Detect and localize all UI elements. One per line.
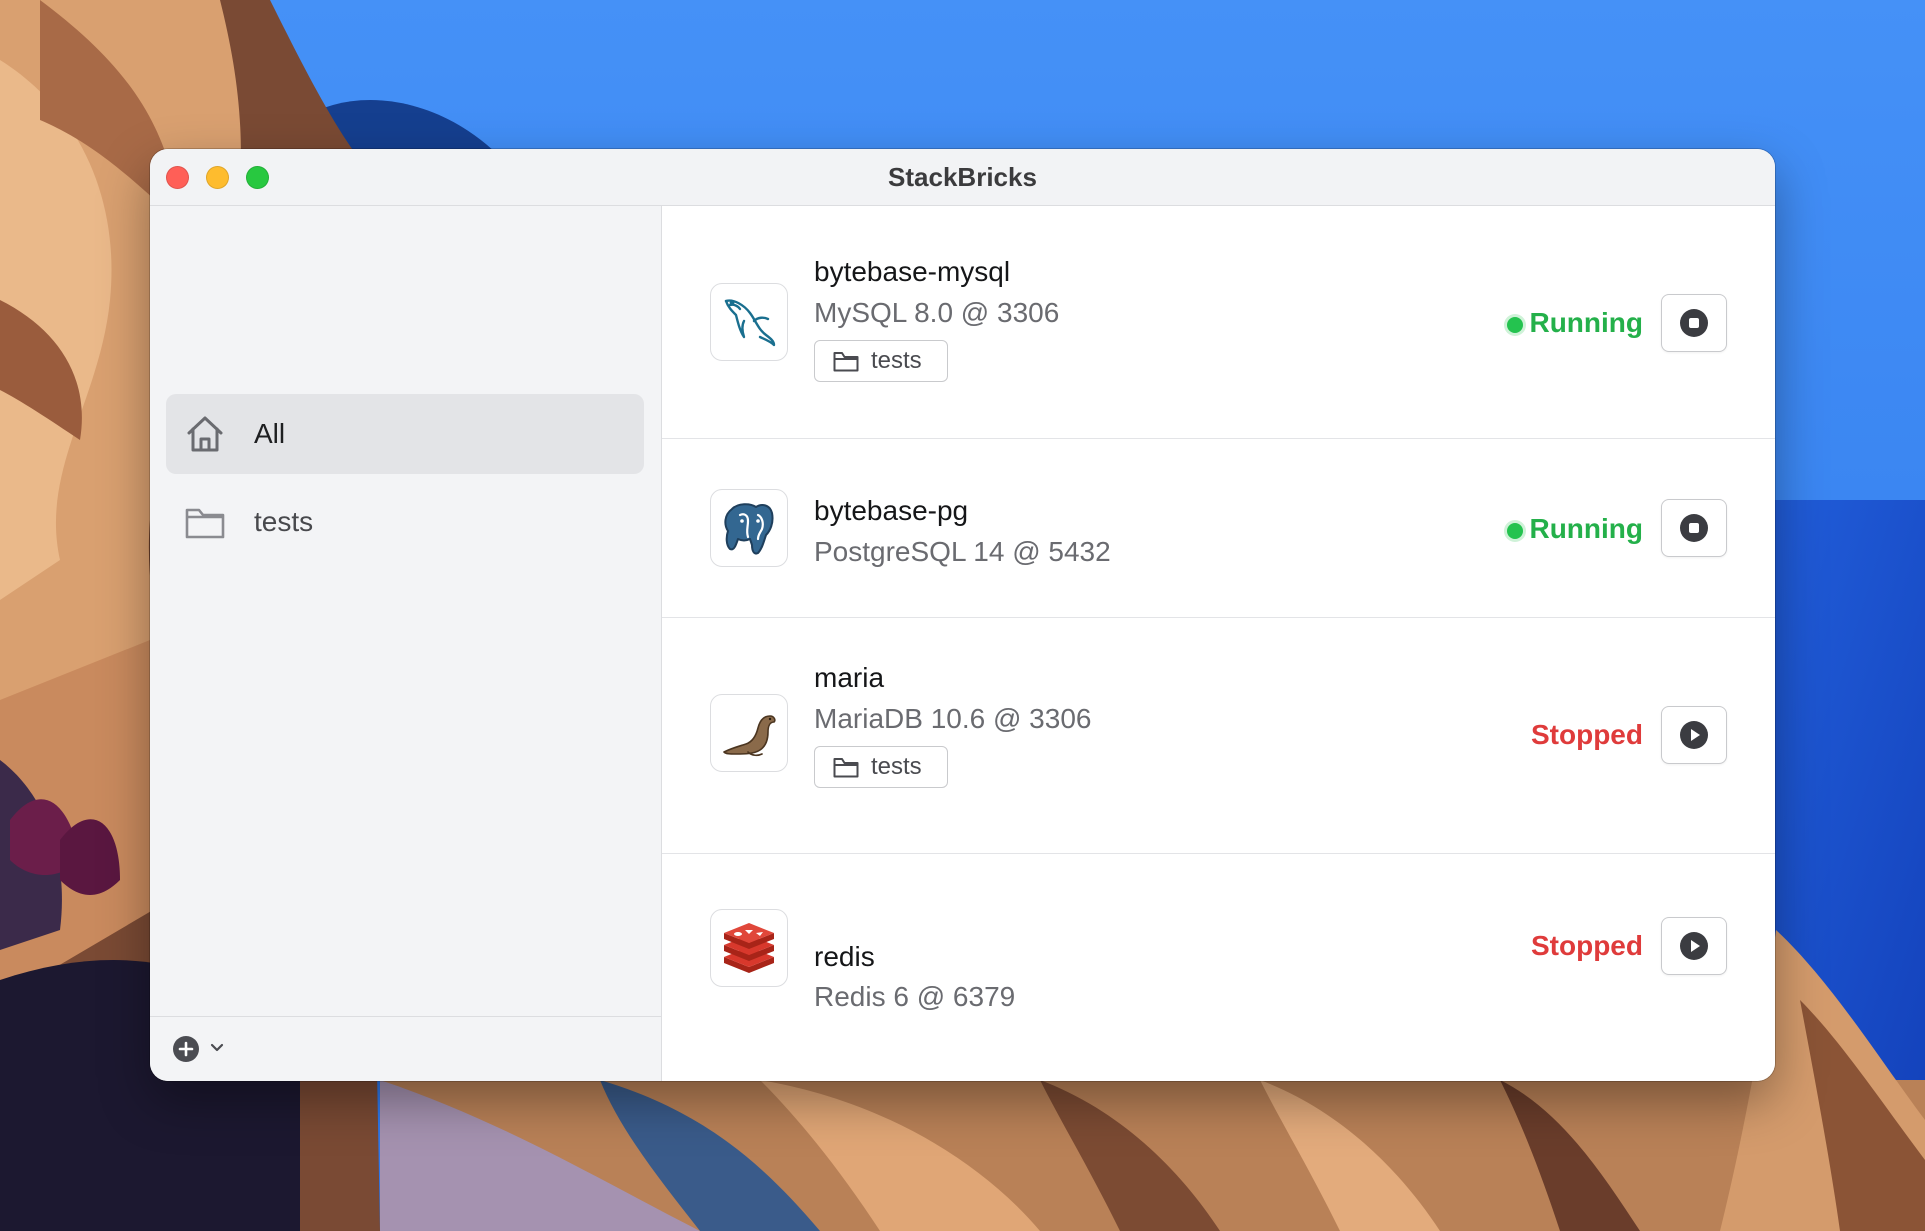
status-label: Stopped	[1531, 930, 1643, 961]
sidebar-footer	[150, 1016, 661, 1081]
sidebar-item-tests[interactable]: tests	[166, 482, 644, 562]
service-row-maria[interactable]: maria MariaDB 10.6 @ 3306 tests Stopped	[662, 618, 1775, 854]
sidebar-item-all[interactable]: All	[166, 394, 644, 474]
mariadb-seal-icon	[710, 694, 788, 772]
stop-icon	[1680, 514, 1708, 542]
stop-service-button[interactable]	[1661, 294, 1727, 352]
folder-icon	[833, 758, 859, 778]
running-dot-icon	[1507, 523, 1524, 539]
service-row-redis[interactable]: redis Redis 6 @ 6379 Stopped	[662, 854, 1775, 1081]
service-detail: PostgreSQL 14 @ 5432	[814, 536, 1111, 567]
status-badge: Running	[1507, 509, 1643, 549]
service-detail: MySQL 8.0 @ 3306	[814, 297, 1060, 328]
service-name: redis	[814, 941, 875, 972]
group-tag[interactable]: tests	[814, 746, 948, 788]
status-label: Stopped	[1531, 719, 1643, 750]
status-badge: Stopped	[1531, 715, 1643, 755]
status-badge: Stopped	[1531, 926, 1643, 966]
service-row-bytebase-pg[interactable]: bytebase-pg PostgreSQL 14 @ 5432 Running	[662, 439, 1775, 618]
group-tag-label: tests	[871, 347, 922, 374]
start-service-button[interactable]	[1661, 917, 1727, 975]
service-detail: MariaDB 10.6 @ 3306	[814, 703, 1092, 734]
redis-cube-icon	[710, 909, 788, 987]
mysql-dolphin-icon	[710, 283, 788, 361]
group-tag[interactable]: tests	[814, 340, 948, 382]
titlebar[interactable]: StackBricks	[150, 149, 1775, 206]
folder-icon	[833, 352, 859, 372]
running-dot-icon	[1507, 317, 1524, 333]
home-icon	[187, 416, 223, 452]
group-tag-label: tests	[871, 753, 922, 780]
service-name: bytebase-pg	[814, 495, 969, 526]
status-label: Running	[1529, 513, 1643, 544]
service-row-bytebase-mysql[interactable]: bytebase-mysql MySQL 8.0 @ 3306 tests Ru…	[662, 206, 1775, 439]
stop-icon	[1680, 309, 1708, 337]
status-badge: Running	[1507, 303, 1643, 343]
service-name: maria	[814, 662, 885, 693]
app-window: StackBricks All tests bytebase-mysql MyS…	[150, 149, 1775, 1081]
folder-icon	[185, 508, 225, 539]
sidebar-item-label: tests	[254, 506, 314, 537]
plus-circle-icon[interactable]	[172, 1035, 200, 1063]
play-icon	[1680, 721, 1708, 749]
status-label: Running	[1529, 307, 1643, 338]
service-detail: Redis 6 @ 6379	[814, 981, 1016, 1012]
window-title: StackBricks	[888, 162, 1037, 192]
play-icon	[1680, 932, 1708, 960]
start-service-button[interactable]	[1661, 706, 1727, 764]
postgresql-elephant-icon	[710, 489, 788, 567]
sidebar-item-label: All	[254, 418, 286, 449]
service-list: bytebase-mysql MySQL 8.0 @ 3306 tests Ru…	[662, 206, 1775, 1081]
service-name: bytebase-mysql	[814, 256, 1011, 287]
sidebar: All tests	[150, 206, 662, 1081]
chevron-down-icon[interactable]	[210, 1041, 224, 1055]
stop-service-button[interactable]	[1661, 499, 1727, 557]
